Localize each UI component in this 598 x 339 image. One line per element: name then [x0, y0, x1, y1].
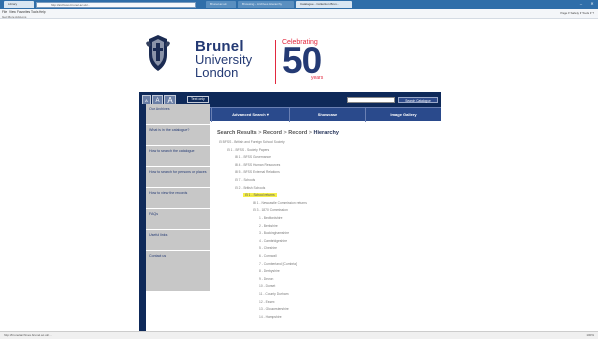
browser-tab[interactable]: Brunel.ac.uk — [206, 1, 236, 8]
tree-item[interactable]: 12 - Essex — [259, 300, 275, 304]
tree-item-selected[interactable]: ⊟ 1 - School returns — [243, 193, 277, 198]
menu-view[interactable]: View — [9, 10, 16, 14]
status-url: http://brunelarchives.brunel.ac.uk/... — [4, 333, 52, 337]
tree-item[interactable]: 9 - Devon — [259, 277, 273, 281]
university-crest-icon — [146, 35, 170, 71]
nav-image-gallery[interactable]: Image Gallery — [366, 108, 441, 122]
nav-advanced-search-label: Advanced Search — [232, 112, 266, 117]
breadcrumb-separator: > — [283, 130, 287, 136]
status-bar: http://brunelarchives.brunel.ac.uk/... 1… — [0, 331, 598, 339]
breadcrumb-record[interactable]: Record — [288, 130, 307, 136]
breadcrumb-separator: > — [258, 130, 262, 136]
minimize-icon[interactable]: – — [576, 0, 586, 7]
tree-item[interactable]: 1 - Bedfordshire — [259, 216, 282, 220]
sidebar-item-faqs[interactable]: FAQs — [146, 209, 210, 230]
years-text: years — [311, 75, 324, 81]
breadcrumb-search-results[interactable]: Search Results — [217, 130, 257, 136]
breadcrumb-record[interactable]: Record — [263, 130, 282, 136]
sidebar: Our Archives What is in the catalogue? H… — [146, 104, 210, 292]
tree-item[interactable]: ⊟ 1 - BFSS - Society Papers — [227, 148, 269, 152]
menu-file[interactable]: File — [2, 10, 7, 14]
nav-showcase[interactable]: Showcase — [290, 108, 366, 122]
tree-item[interactable]: 4 - Cambridgeshire — [259, 239, 287, 243]
close-icon[interactable]: ✕ — [587, 0, 597, 7]
address-bar[interactable]: http://archives.brunel.ac.uk/... — [36, 1, 196, 8]
sidebar-item-contact[interactable]: Contact us — [146, 251, 210, 292]
tree-item[interactable]: ⊞ 1 - BFSS Governance — [235, 155, 271, 159]
fifty-logo: 50 — [282, 40, 322, 81]
tree-item[interactable]: ⊟ 3 - 1870 Commission — [253, 208, 288, 212]
tree-item[interactable]: 14 - Hampshire — [259, 315, 282, 319]
tree-item[interactable]: 7 - Cumberland [Cumbria] — [259, 262, 297, 266]
left-accent-strip — [139, 104, 146, 331]
tree-item[interactable]: ⊟ 7 - Schools — [235, 178, 255, 182]
browser-tab[interactable]: Browsing - Archives Hierarchy — [238, 1, 294, 8]
sidebar-item-view-records[interactable]: How to view the records — [146, 188, 210, 209]
zoom-level[interactable]: 100% — [586, 332, 594, 339]
tree-item[interactable]: ⊟ BFSS - British and Foreign School Soci… — [219, 140, 285, 144]
search-catalogue-button[interactable]: Search Catalogue — [398, 97, 438, 103]
tree-item[interactable]: 5 - Cheshire — [259, 246, 277, 250]
breadcrumb-separator: > — [308, 130, 312, 136]
tree-item[interactable]: 10 - Dorset — [259, 284, 275, 288]
browser-titlebar: Library http://archives.brunel.ac.uk/...… — [0, 0, 598, 9]
chevron-down-icon: ▾ — [266, 112, 269, 117]
browser-tab[interactable]: Catalogue - Collection Brun... — [296, 1, 352, 8]
tree-item[interactable]: ⊞ 4 - BFSS Human Resources — [235, 163, 280, 167]
breadcrumb-hierarchy: Hierarchy — [313, 130, 339, 136]
tree-item[interactable]: 6 - Cornwall — [259, 254, 277, 258]
browser-tab[interactable]: Library — [4, 1, 34, 8]
brand-divider — [275, 40, 276, 84]
nav-advanced-search[interactable]: Advanced Search ▾ — [212, 108, 290, 122]
text-only-link[interactable]: Text only — [187, 96, 209, 103]
command-bar[interactable]: Page ▾ Safety ▾ Tools ▾ ? — [560, 11, 594, 15]
tree-item[interactable]: 8 - Derbyshire — [259, 269, 280, 273]
tree-item[interactable]: 11 - County Durham — [259, 292, 288, 296]
breadcrumb: Search Results > Record > Record > Hiera… — [217, 130, 339, 136]
site-header: Brunel University London Celebrating 50 … — [139, 19, 441, 92]
tree-item[interactable]: ⊟ 2 - British Schools — [235, 186, 265, 190]
tree-item[interactable]: 3 - Buckinghamshire — [259, 231, 289, 235]
tree-item[interactable]: 2 - Berkshire — [259, 224, 278, 228]
brand-london: London — [195, 65, 239, 80]
menu-bar: File View Favorites Tools Help Get More … — [0, 9, 598, 19]
tree-item[interactable]: ⊞ 5 - BFSS External Relations — [235, 170, 280, 174]
search-input[interactable] — [347, 97, 395, 103]
tree-item[interactable]: 13 - Gloucestershire — [259, 307, 289, 311]
menu-help[interactable]: Help — [39, 10, 46, 14]
menu-tools[interactable]: Tools — [31, 10, 38, 14]
sidebar-item-search-persons[interactable]: How to search for persons or places — [146, 167, 210, 188]
sidebar-item-useful-links[interactable]: Useful links — [146, 230, 210, 251]
hierarchy-tree: ⊟ BFSS - British and Foreign School Soci… — [219, 140, 439, 330]
menu-favorites[interactable]: Favorites — [17, 10, 30, 14]
tree-item[interactable]: ⊞ 1 - Newcastle Commission returns — [253, 201, 307, 205]
sidebar-item-our-archives[interactable]: Our Archives — [146, 104, 210, 125]
sidebar-item-how-to-search[interactable]: How to search the catalogue — [146, 146, 210, 167]
sidebar-item-catalogue-contents[interactable]: What is in the catalogue? — [146, 125, 210, 146]
